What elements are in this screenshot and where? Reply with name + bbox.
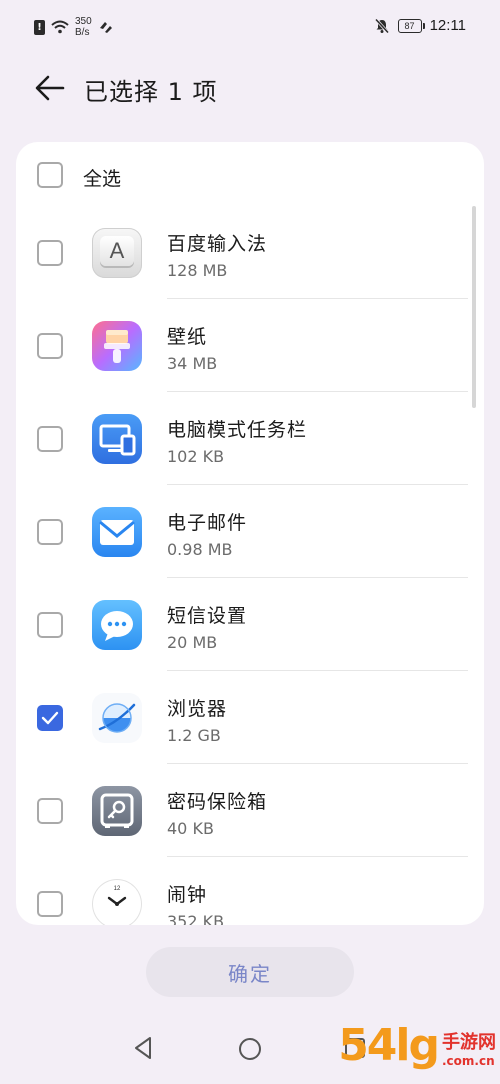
data-sync-icon xyxy=(99,22,112,33)
list-item[interactable]: 密码保险箱 40 KB xyxy=(16,764,484,857)
battery-indicator: 87 xyxy=(397,18,425,33)
app-checkbox[interactable] xyxy=(37,519,63,545)
app-size: 128 MB xyxy=(167,261,228,280)
list-item[interactable]: A 百度输入法 128 MB xyxy=(16,206,484,299)
mute-bell-icon xyxy=(374,17,389,34)
app-checkbox[interactable] xyxy=(37,891,63,917)
confirm-button[interactable]: 确定 xyxy=(146,947,354,997)
envelope-icon xyxy=(99,520,135,545)
clock-app-icon: 12 xyxy=(92,879,142,925)
list-item[interactable]: 短信设置 20 MB xyxy=(16,578,484,671)
wallpaper-app-icon xyxy=(92,321,142,371)
browser-app-icon xyxy=(92,693,142,743)
email-app-icon xyxy=(92,507,142,557)
select-all-row[interactable]: 全选 xyxy=(16,142,484,206)
messaging-app-icon xyxy=(92,600,142,650)
status-time: 12:11 xyxy=(429,17,466,34)
status-left: ! 350 B/s xyxy=(34,16,114,38)
keyboard-app-icon: A xyxy=(92,228,142,278)
app-size: 34 MB xyxy=(167,354,218,373)
scrollbar[interactable] xyxy=(472,206,476,408)
clock-face-icon: 12 xyxy=(107,886,127,906)
app-list: A 百度输入法 128 MB 壁纸 34 MB 电脑模式任务栏 102 KB 电… xyxy=(16,206,484,925)
app-checkbox[interactable] xyxy=(37,426,63,452)
status-bar: ! 350 B/s 87 12:11 xyxy=(0,0,500,56)
desktop-mode-app-icon xyxy=(92,414,142,464)
password-vault-app-icon xyxy=(92,786,142,836)
monitor-phone-icon xyxy=(99,424,136,456)
status-right: 87 12:11 xyxy=(374,17,466,34)
list-item[interactable]: 壁纸 34 MB xyxy=(16,299,484,392)
app-checkbox[interactable] xyxy=(37,612,63,638)
app-size: 352 KB xyxy=(167,912,225,925)
app-name: 闹钟 xyxy=(167,884,208,906)
watermark-logo: 54lg xyxy=(338,1020,440,1071)
list-item[interactable]: 电子邮件 0.98 MB xyxy=(16,485,484,578)
keyboard-key-letter: A xyxy=(100,236,134,266)
nav-back-icon[interactable] xyxy=(130,1034,158,1062)
app-checkbox[interactable] xyxy=(37,333,63,359)
arrow-left-icon xyxy=(35,75,65,101)
watermark-name: 手游网 xyxy=(442,1032,496,1053)
network-speed-unit: B/s xyxy=(75,27,90,38)
app-size: 102 KB xyxy=(167,447,225,466)
app-name: 电子邮件 xyxy=(167,512,248,534)
app-name: 浏览器 xyxy=(167,698,228,720)
header: 已选择 1 项 xyxy=(0,56,500,126)
alert-icon: ! xyxy=(34,19,45,35)
app-size: 1.2 GB xyxy=(167,726,221,745)
app-name: 密码保险箱 xyxy=(167,791,268,813)
network-speed-value: 350 xyxy=(75,16,92,27)
app-checkbox[interactable] xyxy=(37,705,63,731)
watermark: 54lg 手游网 .com.cn xyxy=(338,1020,496,1071)
app-size: 40 KB xyxy=(167,819,214,838)
select-all-label: 全选 xyxy=(83,168,122,190)
chat-bubble-icon xyxy=(101,611,133,641)
nav-home-icon[interactable] xyxy=(238,1037,262,1061)
wifi-icon xyxy=(51,20,69,34)
app-size: 0.98 MB xyxy=(167,540,233,559)
list-item[interactable]: 浏览器 1.2 GB xyxy=(16,671,484,764)
app-list-card: 全选 A 百度输入法 128 MB 壁纸 34 MB 电脑模式任务栏 102 K… xyxy=(16,142,484,925)
list-item[interactable]: 12 闹钟 352 KB xyxy=(16,857,484,925)
app-checkbox[interactable] xyxy=(37,240,63,266)
list-item[interactable]: 电脑模式任务栏 102 KB xyxy=(16,392,484,485)
watermark-text: 手游网 .com.cn xyxy=(442,1032,496,1068)
clock-face-number: 12 xyxy=(114,886,121,892)
globe-orbit-icon xyxy=(98,703,136,733)
app-name: 短信设置 xyxy=(167,605,248,627)
network-speed: 350 B/s xyxy=(75,16,92,38)
checkmark-icon xyxy=(41,711,59,725)
watermark-domain: .com.cn xyxy=(442,1054,495,1068)
back-button[interactable] xyxy=(28,68,72,108)
select-all-checkbox[interactable] xyxy=(37,162,63,188)
app-name: 壁纸 xyxy=(167,326,208,348)
page-title: 已选择 1 项 xyxy=(84,78,218,106)
safe-key-icon xyxy=(100,793,134,828)
app-size: 20 MB xyxy=(167,633,218,652)
app-name: 电脑模式任务栏 xyxy=(167,419,308,441)
app-name: 百度输入法 xyxy=(167,233,268,255)
app-checkbox[interactable] xyxy=(37,798,63,824)
paintbrush-icon xyxy=(104,330,130,363)
